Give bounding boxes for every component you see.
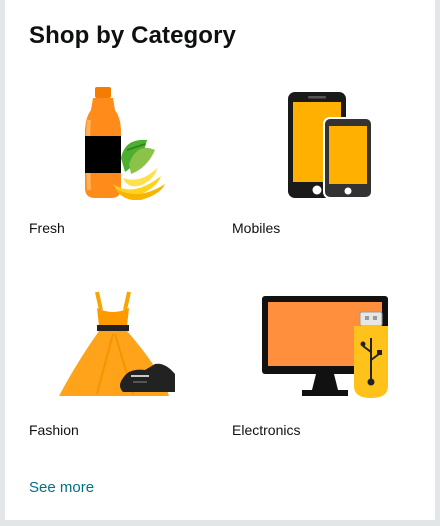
fashion-image[interactable]: [29, 282, 209, 402]
category-label-fresh[interactable]: Fresh: [29, 220, 65, 236]
mobiles-image[interactable]: [232, 80, 412, 200]
fresh-icon: [85, 87, 165, 200]
electronics-image[interactable]: [232, 282, 412, 402]
fresh-image[interactable]: [29, 80, 209, 200]
category-tile-mobiles[interactable]: Mobiles: [232, 80, 412, 236]
category-tile-electronics[interactable]: Electronics: [232, 282, 412, 438]
card-title: Shop by Category: [29, 22, 236, 49]
see-more-link[interactable]: See more: [29, 479, 94, 496]
category-tile-fashion[interactable]: Fashion: [29, 282, 209, 438]
category-label-electronics[interactable]: Electronics: [232, 422, 300, 438]
mobile-phones-icon: [288, 92, 373, 199]
shop-by-category-card: Shop by Category Fresh Mobiles Fashion E…: [5, 0, 435, 520]
dress-and-shoe-icon: [59, 291, 175, 396]
category-tile-fresh[interactable]: Fresh: [29, 80, 209, 236]
monitor-and-usb-icon: [262, 296, 388, 398]
category-label-fashion[interactable]: Fashion: [29, 422, 79, 438]
page-background-strip: [0, 520, 440, 526]
category-label-mobiles[interactable]: Mobiles: [232, 220, 280, 236]
